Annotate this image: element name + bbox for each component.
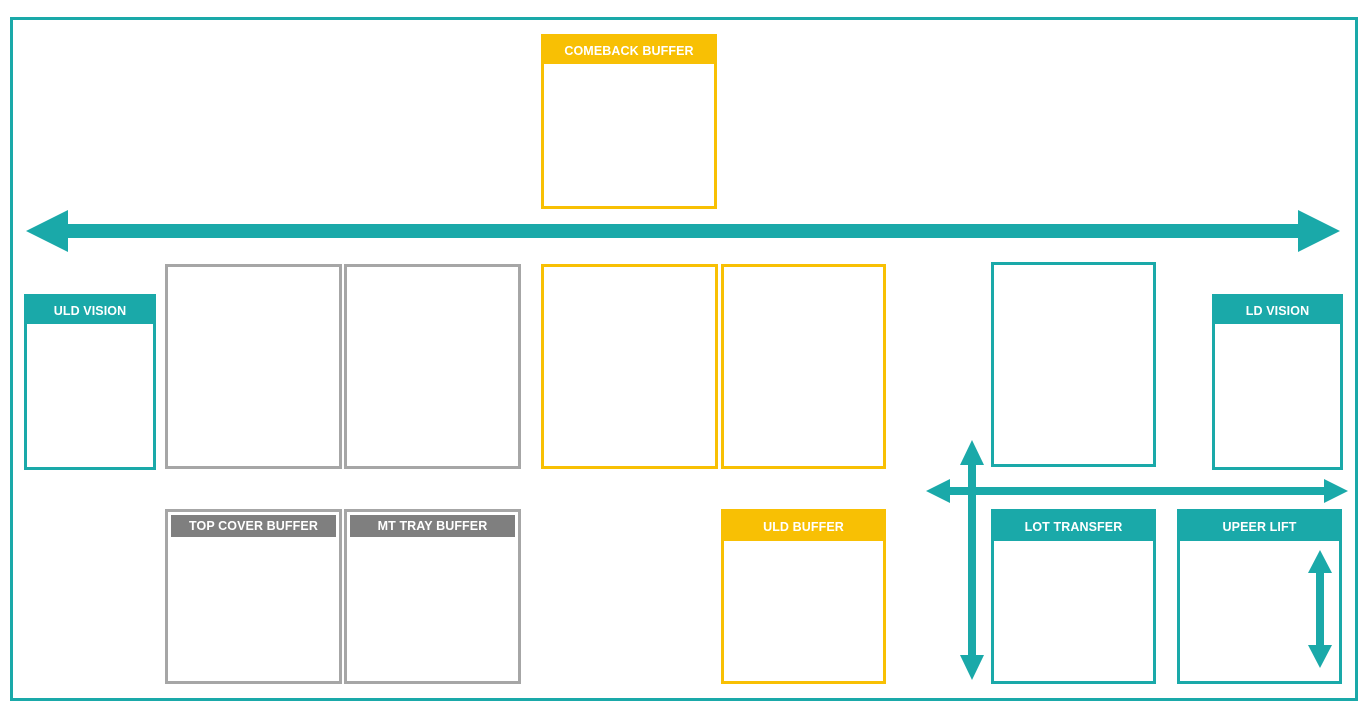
transfer-vertical-double-arrow-icon <box>960 440 984 680</box>
transfer-rail-double-arrow-icon <box>926 479 1348 503</box>
main-rail-double-arrow-icon <box>26 210 1340 252</box>
lift-vertical-double-arrow-icon <box>1308 550 1332 668</box>
flow-arrows <box>26 210 1348 680</box>
